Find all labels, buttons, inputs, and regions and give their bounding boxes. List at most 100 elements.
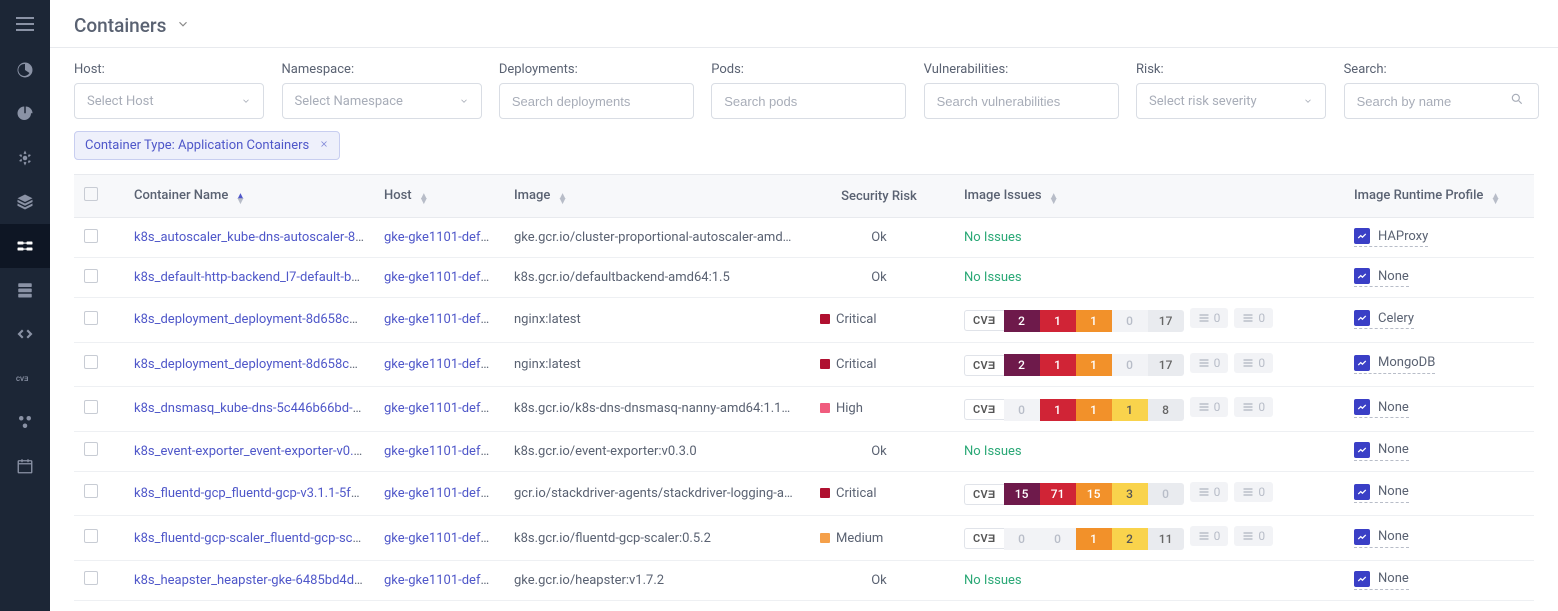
profile-icon (1354, 310, 1370, 326)
container-name-link[interactable]: k8s_deployment_deployment-8d658cc86-95k… (134, 312, 374, 327)
cve-seg: 1 (1112, 399, 1148, 421)
cve-label: CVƎ (964, 355, 1004, 376)
filter-risk-select[interactable]: Select risk severity (1136, 83, 1326, 119)
aux-badge: 0 (1190, 353, 1229, 373)
host-link[interactable]: gke-gke1101-defaul… (384, 573, 504, 588)
select-all-checkbox[interactable] (84, 187, 98, 201)
containers-table: Container Name ▲▼ Host ▲▼ Image ▲▼ Sec (74, 174, 1534, 601)
cve-seg: 0 (1112, 310, 1148, 332)
runtime-profile[interactable]: None (1354, 399, 1409, 418)
filter-vulnerabilities-input[interactable] (924, 83, 1119, 119)
col-image[interactable]: Image ▲▼ (504, 175, 804, 218)
sidebar-item-containers[interactable] (0, 224, 50, 268)
col-security-risk[interactable]: Security Risk (804, 175, 954, 218)
filter-host-select[interactable]: Select Host (74, 83, 264, 119)
row-checkbox[interactable] (84, 400, 98, 414)
runtime-profile[interactable]: MongoDB (1354, 355, 1435, 374)
host-link[interactable]: gke-gke1101-defaul… (384, 270, 504, 285)
col-host[interactable]: Host ▲▼ (374, 175, 504, 218)
filter-namespace-select[interactable]: Select Namespace (282, 83, 482, 119)
risk-text: High (836, 401, 863, 416)
host-link[interactable]: gke-gke1101-defaul… (384, 531, 504, 546)
row-checkbox[interactable] (84, 571, 98, 585)
row-checkbox[interactable] (84, 355, 98, 369)
profile-name: HAProxy (1378, 229, 1428, 244)
runtime-profile[interactable]: None (1354, 484, 1409, 503)
host-link[interactable]: gke-gke1101-defaul… (384, 230, 504, 245)
container-name-link[interactable]: k8s_deployment_deployment-8d658cc86-pbx… (134, 357, 374, 372)
cve-seg: 1 (1076, 399, 1112, 421)
cve-seg: 0 (1148, 483, 1184, 505)
no-issues-text: No Issues (964, 230, 1022, 245)
host-link[interactable]: gke-gke1101-defaul… (384, 486, 504, 501)
filter-deployments-input[interactable] (499, 83, 694, 119)
row-checkbox[interactable] (84, 484, 98, 498)
container-name-link[interactable]: k8s_dnsmasq_kube-dns-5c446b66bd-pms8g_… (134, 401, 374, 416)
sidebar-item-layers[interactable] (0, 180, 50, 224)
sidebar-item-calendar[interactable] (0, 444, 50, 488)
container-name-link[interactable]: k8s_autoscaler_kube-dns-autoscaler-8687c… (134, 230, 374, 245)
cve-seg: 1 (1076, 528, 1112, 550)
aux-badge: 0 (1234, 397, 1273, 417)
runtime-profile[interactable]: None (1354, 268, 1409, 287)
runtime-profile[interactable]: None (1354, 442, 1409, 461)
sidebar-item-cluster[interactable] (0, 400, 50, 444)
table-row: k8s_fluentd-gcp-scaler_fluentd-gcp-scale… (74, 516, 1534, 561)
profile-icon (1354, 355, 1370, 371)
chevron-down-icon[interactable] (176, 17, 190, 35)
cve-seg: 1 (1040, 310, 1076, 332)
cve-seg: 1 (1076, 310, 1112, 332)
sidebar-item-dashboard[interactable] (0, 48, 50, 92)
col-container-name[interactable]: Container Name ▲▼ (124, 175, 374, 218)
container-name-link[interactable]: k8s_heapster_heapster-gke-6485bd4d65-lcs… (134, 573, 374, 588)
risk-indicator-icon (820, 359, 830, 369)
sidebar-item-kubernetes[interactable] (0, 136, 50, 180)
risk-text: Ok (871, 573, 887, 588)
risk-text: Critical (836, 486, 876, 501)
cve-seg: 17 (1148, 310, 1184, 332)
host-link[interactable]: gke-gke1101-defaul… (384, 444, 504, 459)
host-link[interactable]: gke-gke1101-defaul… (384, 312, 504, 327)
aux-badge: 0 (1190, 308, 1229, 328)
col-runtime-profile[interactable]: Image Runtime Profile ▲▼ (1344, 175, 1534, 218)
menu-toggle[interactable] (0, 0, 50, 48)
table-row: k8s_dnsmasq_kube-dns-5c446b66bd-pms8g_… … (74, 387, 1534, 432)
sidebar-item-servers[interactable] (0, 268, 50, 312)
profile-name: None (1378, 269, 1409, 284)
sidebar-item-code[interactable] (0, 312, 50, 356)
row-checkbox[interactable] (84, 269, 98, 283)
filter-pods-input[interactable] (711, 83, 906, 119)
runtime-profile[interactable]: None (1354, 529, 1409, 548)
chevron-down-icon (1303, 96, 1313, 106)
filter-host-label: Host: (74, 62, 260, 77)
sidebar-item-cve[interactable]: CVƎ (0, 356, 50, 400)
search-icon[interactable] (1510, 92, 1524, 110)
host-link[interactable]: gke-gke1101-defaul… (384, 401, 504, 416)
container-name-link[interactable]: k8s_fluentd-gcp_fluentd-gcp-v3.1.1-5fngd… (134, 486, 374, 501)
risk-indicator-icon (820, 314, 830, 324)
runtime-profile[interactable]: None (1354, 571, 1409, 590)
row-checkbox[interactable] (84, 229, 98, 243)
active-filter-pill: Container Type: Application Containers (74, 131, 340, 160)
container-name-link[interactable]: k8s_default-http-backend_l7-default-back… (134, 270, 374, 285)
sort-icon: ▲▼ (419, 194, 429, 204)
sidebar: CVƎ (0, 0, 50, 611)
cve-seg: 1 (1040, 354, 1076, 376)
profile-name: MongoDB (1378, 355, 1435, 370)
runtime-profile[interactable]: HAProxy (1354, 228, 1428, 247)
sidebar-item-reports[interactable] (0, 92, 50, 136)
col-image-issues[interactable]: Image Issues ▲▼ (954, 175, 1344, 218)
filter-deployments-label: Deployments: (499, 62, 689, 77)
container-name-link[interactable]: k8s_fluentd-gcp-scaler_fluentd-gcp-scale… (134, 531, 374, 546)
container-name-link[interactable]: k8s_event-exporter_event-exporter-v0.3.0… (134, 444, 374, 459)
cve-seg: 8 (1148, 399, 1184, 421)
host-link[interactable]: gke-gke1101-defaul… (384, 357, 504, 372)
close-icon[interactable] (319, 138, 329, 153)
cve-seg: 1 (1076, 354, 1112, 376)
table-row: k8s_event-exporter_event-exporter-v0.3.0… (74, 431, 1534, 471)
row-checkbox[interactable] (84, 311, 98, 325)
runtime-profile[interactable]: Celery (1354, 310, 1414, 329)
row-checkbox[interactable] (84, 442, 98, 456)
row-checkbox[interactable] (84, 529, 98, 543)
cve-label: CVƎ (964, 528, 1004, 549)
